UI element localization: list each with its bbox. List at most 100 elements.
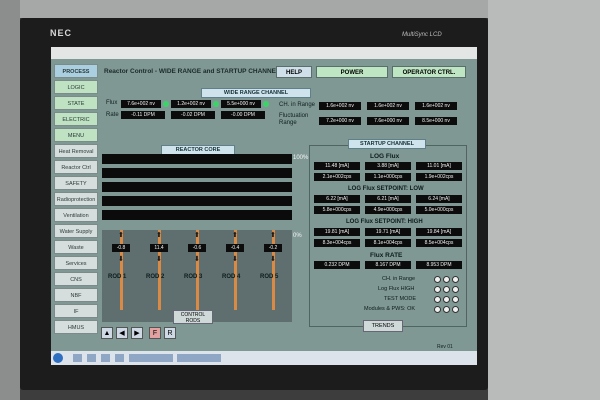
rod-position-value: 11.4 bbox=[150, 244, 168, 252]
taskbar-window-button[interactable] bbox=[177, 354, 221, 362]
setpoint-low-ma-1: 6.22 [mA] bbox=[314, 195, 360, 203]
rod-up-arrow-icon[interactable]: ⬆ bbox=[232, 232, 238, 239]
indicator-lamp bbox=[434, 276, 441, 283]
indicator-lamp bbox=[443, 286, 450, 293]
flux-ok-indicator-1 bbox=[163, 101, 169, 107]
left-arrow-icon[interactable]: ◀ bbox=[116, 327, 128, 339]
flux-rate-value-2: 8.167 DPM bbox=[365, 261, 411, 269]
indicator-test-mode-label: TEST MODE bbox=[384, 296, 416, 302]
nav-button-safety[interactable]: SAFETY bbox=[54, 176, 98, 190]
fluctuation-value-1: 7.2e+000 nv bbox=[319, 117, 361, 125]
nav-button-services[interactable]: Services bbox=[54, 256, 98, 270]
r-button-icon[interactable]: R bbox=[164, 327, 176, 339]
up-arrow-icon[interactable]: ▲ bbox=[101, 327, 113, 339]
ch-in-range-value-2: 1.6e+002 nv bbox=[367, 102, 409, 110]
nav-button-process[interactable]: PROCESS bbox=[54, 64, 98, 78]
taskbar-app-icon[interactable] bbox=[73, 354, 82, 362]
ch-in-range-value-1: 1.6e+002 nv bbox=[319, 102, 361, 110]
nav-button-ventilation[interactable]: Ventilation bbox=[54, 208, 98, 222]
rod-position-value: -0.4 bbox=[226, 244, 244, 252]
log-flux-cps-2: 1.1e+000cps bbox=[365, 173, 411, 181]
flux-value-1: 7.6e+002 nv bbox=[121, 100, 161, 108]
setpoint-high-ma-2: 19.71 [mA] bbox=[365, 228, 411, 236]
nav-button-water-supply[interactable]: Water Supply bbox=[54, 224, 98, 238]
setpoint-high-label: LOG Flux SETPOINT: HIGH bbox=[346, 219, 423, 225]
control-rod bbox=[272, 230, 275, 310]
rod-position-value: -0.2 bbox=[264, 244, 282, 252]
setpoint-low-ma-2: 6.21 [mA] bbox=[365, 195, 411, 203]
indicator-lamp bbox=[434, 306, 441, 313]
nav-button-logic[interactable]: LOGIC bbox=[54, 80, 98, 94]
model-label: MultiSync LCD bbox=[402, 32, 442, 38]
fluctuation-value-3: 8.5e+000 nv bbox=[415, 117, 457, 125]
taskbar-app-icon[interactable] bbox=[115, 354, 124, 362]
title-bar: Reactor Control - WIDE RANGE and STARTUP… bbox=[104, 66, 466, 79]
indicator-log-flux-high-label: Log Flux HIGH bbox=[378, 286, 415, 292]
rod-name-label: ROD 5 bbox=[260, 274, 279, 280]
rod-up-arrow-icon[interactable]: ⬆ bbox=[118, 232, 124, 239]
taskbar-app-icon[interactable] bbox=[101, 354, 110, 362]
control-rods-button[interactable]: CONTROL RODS bbox=[173, 310, 213, 324]
rate-value-2: -0.02 DPM bbox=[171, 111, 215, 119]
rod-down-arrow-icon[interactable]: ⬇ bbox=[194, 256, 200, 263]
ch-in-range-value-3: 1.6e+002 nv bbox=[415, 102, 457, 110]
rod-down-arrow-icon[interactable]: ⬇ bbox=[270, 256, 276, 263]
nav-button-reactor-ctrl[interactable]: Reactor Ctrl bbox=[54, 160, 98, 174]
start-button-icon[interactable] bbox=[53, 353, 63, 363]
nav-button-state[interactable]: STATE bbox=[54, 96, 98, 110]
setpoint-high-cps-3: 8.5e+004cps bbox=[416, 239, 462, 247]
rod-position-value: -0.6 bbox=[188, 244, 206, 252]
rod-up-arrow-icon[interactable]: ⬆ bbox=[156, 232, 162, 239]
nav-button-electric[interactable]: ELECTRIC bbox=[54, 112, 98, 126]
rod-down-arrow-icon[interactable]: ⬇ bbox=[118, 256, 124, 263]
control-rod bbox=[120, 230, 123, 310]
rod-down-arrow-icon[interactable]: ⬇ bbox=[232, 256, 238, 263]
nav-button-if[interactable]: IF bbox=[54, 304, 98, 318]
nav-button-menu[interactable]: MENU bbox=[54, 128, 98, 142]
taskbar bbox=[51, 351, 477, 365]
wide-range-label: WIDE RANGE CHANNEL bbox=[201, 88, 311, 98]
rod-position-value: -0.8 bbox=[112, 244, 130, 252]
rod-name-label: ROD 1 bbox=[108, 274, 127, 280]
nav-button-heat-removal[interactable]: Heat Removal bbox=[54, 144, 98, 158]
taskbar-window-button[interactable] bbox=[129, 354, 173, 362]
indicator-lamp bbox=[452, 276, 459, 283]
operator-ctrl-button[interactable]: OPERATOR CTRL. bbox=[392, 66, 466, 78]
nav-button-cns[interactable]: CNS bbox=[54, 272, 98, 286]
ch-in-range-label: CH. in Range bbox=[279, 102, 316, 108]
setpoint-high-ma-3: 19.84 [mA] bbox=[416, 228, 462, 236]
flux-ok-indicator-3 bbox=[263, 101, 269, 107]
percent-bottom-label: 0% bbox=[293, 233, 302, 239]
right-arrow-icon[interactable]: ▶ bbox=[131, 327, 143, 339]
indicator-modules-ok-label: Modules & PWS: OK bbox=[364, 306, 416, 312]
setpoint-high-ma-1: 19.81 [mA] bbox=[314, 228, 360, 236]
flux-rate-label: Flux RATE bbox=[370, 252, 403, 259]
rod-up-arrow-icon[interactable]: ⬆ bbox=[270, 232, 276, 239]
nav-button-hmus[interactable]: HMUS bbox=[54, 320, 98, 334]
indicator-lamp bbox=[452, 286, 459, 293]
log-flux-cps-3: 1.9e+002cps bbox=[416, 173, 462, 181]
page-title: Reactor Control - WIDE RANGE and STARTUP… bbox=[104, 68, 280, 75]
monitor-frame-left bbox=[0, 0, 20, 400]
nav-button-nbf[interactable]: NBF bbox=[54, 288, 98, 302]
indicator-ch-in-range-label: CH. in Range bbox=[382, 276, 416, 282]
fluctuation-value-2: 7.6e+000 nv bbox=[367, 117, 409, 125]
nav-button-radioprotection[interactable]: Radioprotection bbox=[54, 192, 98, 206]
log-flux-label: LOG Flux bbox=[370, 153, 400, 160]
setpoint-low-label: LOG Flux SETPOINT: LOW bbox=[348, 186, 424, 192]
nav-button-waste[interactable]: Waste bbox=[54, 240, 98, 254]
taskbar-app-icon[interactable] bbox=[87, 354, 96, 362]
power-button[interactable]: POWER bbox=[316, 66, 388, 78]
startup-channel-label: STARTUP CHANNEL bbox=[348, 139, 426, 149]
core-bar bbox=[102, 168, 292, 178]
control-rod bbox=[196, 230, 199, 310]
app-menubar bbox=[51, 47, 477, 59]
f-button-icon[interactable]: F bbox=[149, 327, 161, 339]
trends-button[interactable]: TRENDS bbox=[363, 320, 403, 332]
screen: PROCESS LOGIC STATE ELECTRIC MENU Heat Remova… bbox=[51, 47, 477, 365]
indicator-lamp bbox=[452, 306, 459, 313]
log-flux-ma-2: 3.88 [mA] bbox=[365, 162, 411, 170]
help-button[interactable]: HELP bbox=[276, 66, 312, 78]
rod-up-arrow-icon[interactable]: ⬆ bbox=[194, 232, 200, 239]
rod-down-arrow-icon[interactable]: ⬇ bbox=[156, 256, 162, 263]
